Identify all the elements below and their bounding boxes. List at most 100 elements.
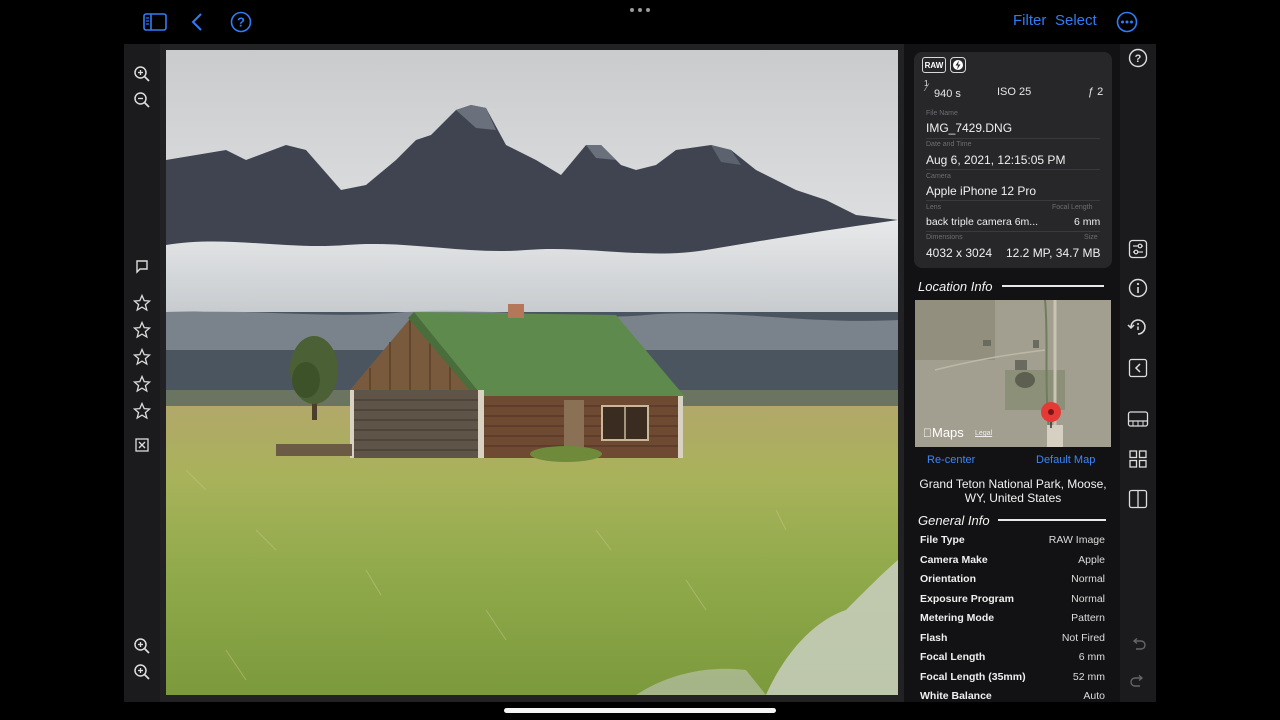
select-button[interactable]: Select [1055,12,1097,29]
location-address: Grand Teton National Park, Moose, WY, Un… [919,477,1107,503]
row-value: RAW Image [1048,534,1105,546]
divider [926,200,1100,201]
file-name-label: File Name [926,110,958,117]
lens-value: back triple camera 6m... [926,216,1039,228]
top-toolbar: ? Filter Select [0,0,1280,44]
chevron-left-icon[interactable] [184,10,210,34]
row-value: Auto [1083,690,1105,702]
default-map-button[interactable]: Default Map [1036,454,1095,466]
row-key: Camera Make [920,554,988,566]
right-tool-rail: ? [1120,44,1156,702]
exif-card: RAW 1 ⁄ 940 s ISO 25 ƒ 2 File Name IMG_7… [914,52,1112,268]
svg-text:?: ? [237,15,245,30]
sidebar-icon[interactable] [142,10,168,34]
location-info-heading: Location Info [918,279,993,294]
datetime-label: Date and Time [926,141,972,148]
row-value: Apple [1078,554,1105,566]
help-circle-icon[interactable]: ? [1126,46,1150,70]
location-map[interactable]: Maps Legal [915,300,1111,447]
grid-icon[interactable] [1126,447,1150,471]
multitask-handle[interactable] [630,6,650,14]
row-value: Normal [1071,593,1105,605]
dimensions-label: Dimensions [926,234,963,241]
general-info-row: Focal Length (35mm) 52 mm [920,671,1105,690]
dimensions-value: 4032 x 3024 [926,246,993,260]
undo-icon[interactable] [1126,633,1150,657]
size-label: Size [1084,234,1098,241]
row-key: Focal Length (35mm) [920,671,1026,683]
aperture-value: ƒ 2 [1088,86,1104,98]
general-info-row: Camera Make Apple [920,554,1105,573]
general-info-row: File Type RAW Image [920,534,1105,553]
left-tool-rail [124,44,160,702]
section-rule [1002,285,1104,287]
svg-text:?: ? [1135,53,1142,65]
general-info-row: Flash Not Fired [920,632,1105,651]
zoom-out-icon[interactable] [130,88,154,112]
star-icon[interactable] [130,291,154,315]
split-view-icon[interactable] [1126,487,1150,511]
star-icon[interactable] [130,345,154,369]
datetime-value: Aug 6, 2021, 12:15:05 PM [926,153,1066,167]
row-value: Not Fired [1061,632,1105,644]
apple-maps-logo: Maps [923,425,964,440]
iso-value: ISO 25 [997,86,1032,98]
general-info-row: Focal Length 6 mm [920,651,1105,670]
star-icon[interactable] [130,372,154,396]
collapse-panel-icon[interactable] [1126,356,1150,380]
ellipsis-circle-icon[interactable] [1114,10,1140,34]
zoom-fit-icon[interactable] [130,634,154,658]
star-icon[interactable] [130,318,154,342]
row-key: Exposure Program [920,593,1014,605]
raw-badge: RAW [922,57,946,73]
focal-length-label: Focal Length [1052,204,1093,211]
shutter-denominator: 940 s [934,88,961,100]
info-circle-icon[interactable] [1126,276,1150,300]
general-info-row: White Balance Auto [920,690,1105,702]
flag-icon[interactable] [130,255,154,279]
row-key: Flash [920,632,948,644]
question-circle-icon[interactable]: ? [228,10,254,34]
photo-viewer [160,44,904,702]
row-value: Pattern [1071,612,1105,624]
general-info-heading: General Info [918,513,990,528]
row-value: 52 mm [1072,671,1105,683]
maps-brand: Maps [923,425,964,440]
general-info-row: Metering Mode Pattern [920,612,1105,631]
row-key: File Type [920,534,965,546]
photo-image[interactable] [166,50,898,695]
reject-icon[interactable] [130,433,154,457]
row-key: White Balance [920,690,992,702]
zoom-actual-icon[interactable] [130,660,154,684]
camera-label: Camera [926,173,951,180]
row-key: Focal Length [920,651,986,663]
home-indicator[interactable] [504,708,776,713]
redo-icon[interactable] [1126,670,1150,694]
row-value: Normal [1071,573,1105,585]
filter-button[interactable]: Filter [1013,12,1046,29]
filmstrip-icon[interactable] [1126,407,1150,431]
recenter-button[interactable]: Re-center [927,454,975,466]
row-key: Metering Mode [920,612,995,624]
info-panel: RAW 1 ⁄ 940 s ISO 25 ƒ 2 File Name IMG_7… [904,44,1120,702]
zoom-in-icon[interactable] [130,62,154,86]
size-value: 12.2 MP, 34.7 MB [1006,246,1101,260]
lens-label: Lens [926,204,942,211]
section-rule [998,519,1106,521]
divider [926,231,1100,232]
rotate-icon[interactable] [1126,315,1150,339]
shutter-slash: ⁄ [926,82,928,94]
divider [926,169,1100,170]
adjustments-icon[interactable] [1126,237,1150,261]
row-value: 6 mm [1078,651,1105,663]
camera-value: Apple iPhone 12 Pro [926,184,1037,198]
map-legal-link[interactable]: Legal [975,430,992,437]
flash-off-icon [950,57,966,73]
file-name-value: IMG_7429.DNG [926,121,1013,135]
row-key: Orientation [920,573,977,585]
star-icon[interactable] [130,399,154,423]
divider [926,138,1100,139]
focal-length-value: 6 mm [1074,216,1101,228]
general-info-row: Orientation Normal [920,573,1105,592]
general-info-row: Exposure Program Normal [920,593,1105,612]
